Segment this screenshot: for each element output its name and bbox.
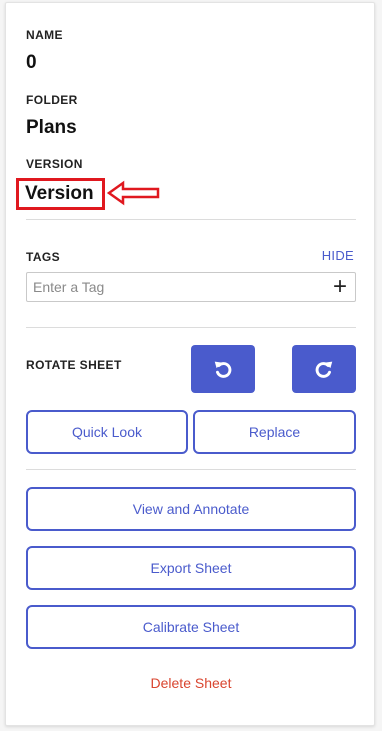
divider — [26, 469, 356, 470]
version-value-highlight: Version — [16, 178, 105, 210]
name-label: NAME — [26, 28, 63, 42]
view-and-annotate-button[interactable]: View and Annotate — [26, 487, 356, 531]
calibrate-sheet-button[interactable]: Calibrate Sheet — [26, 605, 356, 649]
plus-icon[interactable]: + — [329, 275, 351, 299]
rotate-left-button[interactable] — [191, 345, 255, 393]
name-value: 0 — [26, 52, 37, 73]
version-value: Version — [25, 183, 94, 204]
tag-input-container: + — [26, 272, 356, 302]
rotate-counterclockwise-icon — [214, 361, 232, 378]
folder-value: Plans — [26, 117, 77, 138]
export-sheet-button[interactable]: Export Sheet — [26, 546, 356, 590]
divider — [26, 327, 356, 328]
quick-look-button[interactable]: Quick Look — [26, 410, 188, 454]
version-label: VERSION — [26, 157, 83, 171]
sheet-details-panel: NAME 0 FOLDER Plans VERSION Version TAGS… — [5, 2, 375, 726]
tag-input[interactable] — [27, 273, 355, 301]
delete-sheet-link[interactable]: Delete Sheet — [6, 675, 376, 691]
tags-label: TAGS — [26, 250, 61, 264]
rotate-sheet-label: ROTATE SHEET — [26, 358, 122, 372]
hide-tags-link[interactable]: HIDE — [322, 248, 354, 263]
rotate-right-button[interactable] — [292, 345, 356, 393]
left-arrow-annotation-icon — [106, 180, 160, 206]
folder-label: FOLDER — [26, 93, 78, 107]
divider — [26, 219, 356, 220]
replace-button[interactable]: Replace — [193, 410, 356, 454]
rotate-clockwise-icon — [315, 361, 333, 378]
